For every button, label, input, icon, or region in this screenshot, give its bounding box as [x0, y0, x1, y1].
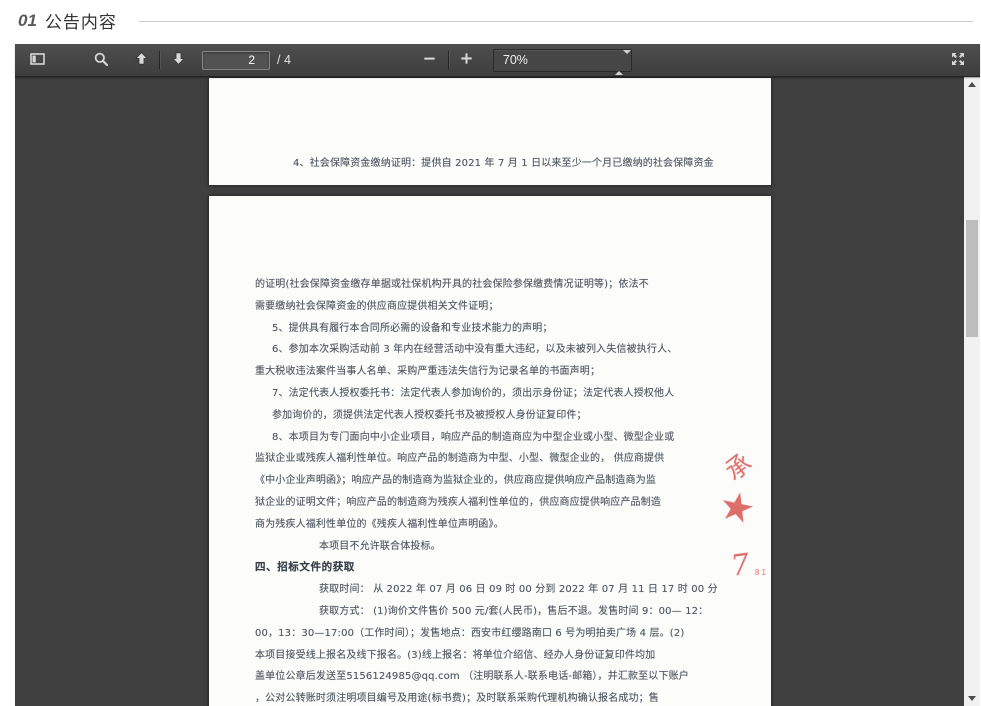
toolbar-separator	[448, 51, 449, 69]
scroll-up-button[interactable]	[964, 77, 980, 92]
document-text-line: 盖单位公章后发送至5156124985@qq.com （注明联系人-联系电话-邮…	[255, 666, 733, 688]
document-text-line: 重大税收违法案件当事人名单、采购严重违法失信行为记录名单的书面声明；	[255, 361, 733, 383]
previous-page-button[interactable]	[127, 47, 155, 73]
chevron-up-down-icon	[615, 54, 623, 67]
header-divider	[139, 21, 973, 22]
triangle-up-icon	[968, 82, 976, 87]
sidebar-toggle-icon	[29, 51, 46, 70]
document-text-line: 狱企业的证明文件；响应产品的制造商为残疾人福利性单位的，供应商应提供响应产品制造	[255, 492, 733, 514]
document-text-line: 参加询价的，须提供法定代表人授权委托书及被授权人身份证复印件；	[255, 405, 750, 427]
section-number: 01	[18, 11, 37, 31]
vertical-scrollbar[interactable]	[964, 77, 980, 706]
page-count-label: / 4	[277, 53, 291, 67]
document-text-line: 获取方式： (1)询价文件售价 500 元/套(人民币)，售后不退。发售时间 9…	[255, 601, 771, 623]
document-text-line: 00，13：30—17:00（工作时间）；发售地点：西安市红缨路南口 6 号为明…	[255, 623, 733, 645]
presentation-mode-button[interactable]	[944, 47, 972, 73]
scrollbar-thumb[interactable]	[966, 220, 978, 337]
document-text-line: 本项目不允许联合体投标。	[255, 536, 771, 558]
document-text-line: 6、参加本次采购活动前 3 年内在经营活动中没有重大违纪，以及未被列入失信被执行…	[255, 339, 750, 361]
zoom-level-select[interactable]: 70%	[493, 49, 632, 72]
document-text-line: 4、社会保障资金缴纳证明：提供自 2021 年 7 月 1 日以来至少一个月已缴…	[255, 157, 763, 171]
pdf-viewport: 4、社会保障资金缴纳证明：提供自 2021 年 7 月 1 日以来至少一个月已缴…	[15, 77, 980, 706]
search-icon	[93, 51, 109, 70]
find-button[interactable]	[87, 47, 115, 73]
page-up-icon	[134, 51, 149, 69]
zoom-out-icon	[422, 51, 437, 69]
zoom-in-icon	[459, 51, 474, 69]
document-text-line: 获取时间： 从 2022 年 07 月 06 日 09 时 00 分到 2022…	[255, 579, 771, 601]
document-section-heading: 四、招标文件的获取	[255, 557, 733, 579]
fullscreen-expand-icon	[950, 51, 966, 70]
document-text-line: 7、法定代表人授权委托书：法定代表人参加询价的，须出示身份证；法定代表人授权他人	[255, 383, 750, 405]
page-down-icon	[171, 51, 186, 69]
document-text-line: 需要缴纳社会保障资金的供应商应提供相关文件证明；	[255, 296, 733, 318]
document-text-line: 监狱企业或残疾人福利性单位。响应产品的制造商为中型、小型、微型企业的， 供应商提…	[255, 448, 733, 470]
document-text-line: 8、本项目为专门面向中小企业项目，响应产品的制造商应为中型企业或小型、微型企业或	[255, 427, 750, 449]
next-page-button[interactable]	[164, 47, 192, 73]
document-text-line: 商为残疾人福利性单位的《残疾人福利性单位声明函》。	[255, 514, 733, 536]
scroll-down-button[interactable]	[964, 691, 980, 706]
document-text-line: 本项目接受线上报名及线下报名。(3)线上报名：将单位介绍信、经办人身份证复印件均…	[255, 645, 733, 667]
zoom-in-button[interactable]	[453, 47, 481, 73]
page-title: 公告内容	[45, 8, 117, 33]
document-text-line: 的证明(社会保障资金缴存单据或社保机构开具的社会保险参保缴费情况证明等)；依法不	[255, 274, 733, 296]
zoom-out-button[interactable]	[416, 47, 444, 73]
page-number-input[interactable]	[202, 51, 270, 70]
document-text-line: 《中小企业声明函》；响应产品的制造商为监狱企业的，供应商应提供响应产品制造商为监	[255, 470, 733, 492]
toolbar-separator	[159, 51, 160, 69]
pdf-page-1: 4、社会保障资金缴纳证明：提供自 2021 年 7 月 1 日以来至少一个月已缴…	[209, 78, 771, 185]
zoom-level-value: 70%	[494, 53, 528, 67]
pdf-toolbar: / 4 70%	[15, 44, 980, 77]
document-text-line: ，公对公转账时须注明项目编号及用途(标书费)；及时联系采购代理机构确认报名成功；…	[255, 688, 733, 706]
page-header: 01 公告内容	[0, 0, 981, 44]
pdf-viewer: / 4 70%	[15, 44, 980, 706]
sidebar-toggle-button[interactable]	[23, 47, 51, 73]
document-text-line: 5、提供具有履行本合同所必需的设备和专业技术能力的声明；	[255, 318, 750, 340]
pdf-page-2: 的证明(社会保障资金缴存单据或社保机构开具的社会保险参保缴费情况证明等)；依法不…	[209, 196, 771, 706]
triangle-down-icon	[968, 696, 976, 701]
